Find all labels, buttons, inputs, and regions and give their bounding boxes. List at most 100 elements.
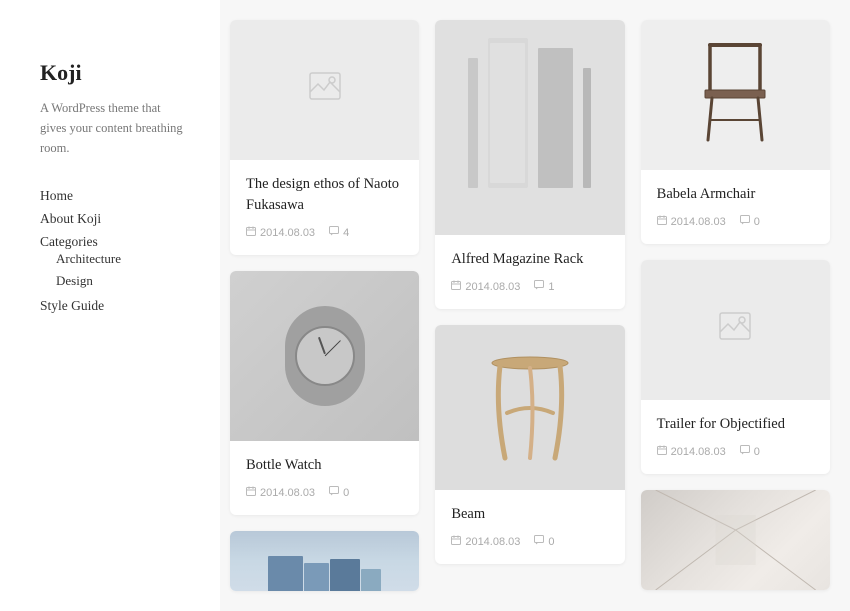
card-image-rack [435, 20, 624, 235]
card-meta-chair: 2014.08.03 0 [657, 215, 814, 228]
meta-comments-chair: 0 [740, 215, 760, 228]
categories-label: Categories [40, 234, 98, 249]
rack-piece-1 [468, 58, 478, 188]
comments-naoto: 4 [343, 227, 349, 239]
nav-design-link[interactable]: Design [56, 273, 93, 288]
card-title-objectified[interactable]: Trailer for Objectified [657, 414, 814, 435]
post-card-watch[interactable]: Bottle Watch 2014.08.0 [230, 271, 419, 515]
card-title-watch[interactable]: Bottle Watch [246, 455, 403, 476]
card-image-placeholder-objectified [641, 260, 830, 400]
grid-col-2: Alfred Magazine Rack 2 [435, 20, 624, 564]
rack-piece-2 [488, 38, 528, 188]
nav-categories: Categories Architecture Design [40, 234, 190, 290]
image-placeholder-icon-obj [719, 312, 751, 348]
post-card-rack[interactable]: Alfred Magazine Rack 2 [435, 20, 624, 309]
comments-chair: 0 [754, 216, 760, 228]
card-title-beam[interactable]: Beam [451, 504, 608, 525]
categories-nav: Architecture Design [56, 251, 190, 290]
post-card-beam[interactable]: Beam 2014.08.03 [435, 325, 624, 564]
post-card-hallway[interactable] [641, 490, 830, 590]
calendar-icon-naoto [246, 226, 256, 239]
comment-icon-obj [740, 445, 750, 458]
nav-design[interactable]: Design [56, 273, 190, 290]
calendar-icon-rack [451, 280, 461, 293]
date-naoto: 2014.08.03 [260, 227, 315, 239]
meta-comments-beam: 0 [534, 535, 554, 548]
comments-objectified: 0 [754, 446, 760, 458]
beam-svg [485, 348, 575, 468]
card-meta-beam: 2014.08.03 0 [451, 535, 608, 548]
card-body-beam: Beam 2014.08.03 [435, 490, 624, 564]
card-meta-objectified: 2014.08.03 0 [657, 445, 814, 458]
watch-shape [285, 306, 365, 406]
date-watch: 2014.08.03 [260, 487, 315, 499]
sidebar: Koji A WordPress theme that gives your c… [0, 0, 220, 611]
meta-date-rack: 2014.08.03 [451, 280, 520, 293]
card-meta-rack: 2014.08.03 1 [451, 280, 608, 293]
card-title-naoto[interactable]: The design ethos of Naoto Fukasawa [246, 174, 403, 216]
grid-col-3: Babela Armchair 2014.0 [641, 20, 830, 590]
meta-date-beam: 2014.08.03 [451, 535, 520, 548]
card-image-chair [641, 20, 830, 170]
nav-about-link[interactable]: About Koji [40, 211, 101, 226]
calendar-icon-chair [657, 215, 667, 228]
date-rack: 2014.08.03 [465, 281, 520, 293]
hallway-svg [641, 490, 830, 590]
main-nav: Home About Koji Categories Architecture … [40, 188, 190, 315]
card-body-rack: Alfred Magazine Rack 2 [435, 235, 624, 309]
card-meta-naoto: 2014.08.03 4 [246, 226, 403, 239]
post-card-objectified[interactable]: Trailer for Objectified [641, 260, 830, 474]
card-image-beam [435, 325, 624, 490]
post-card-building[interactable] [230, 531, 419, 591]
card-title-chair[interactable]: Babela Armchair [657, 184, 814, 205]
meta-comments-watch: 0 [329, 486, 349, 499]
site-tagline: A WordPress theme that gives your conten… [40, 98, 190, 158]
comments-watch: 0 [343, 487, 349, 499]
posts-grid: The design ethos of Naoto Fukasawa [230, 20, 830, 591]
comments-rack: 1 [548, 281, 554, 293]
comment-icon-beam [534, 535, 544, 548]
nav-architecture[interactable]: Architecture [56, 251, 190, 268]
card-body-watch: Bottle Watch 2014.08.0 [230, 441, 419, 515]
comment-icon-chair [740, 215, 750, 228]
calendar-icon-watch [246, 486, 256, 499]
calendar-icon-beam [451, 535, 461, 548]
meta-comments-objectified: 0 [740, 445, 760, 458]
card-image-placeholder-naoto [230, 20, 419, 160]
meta-date-objectified: 2014.08.03 [657, 445, 726, 458]
nav-home-link[interactable]: Home [40, 188, 73, 203]
site-logo[interactable]: Koji [40, 60, 190, 86]
card-title-rack[interactable]: Alfred Magazine Rack [451, 249, 608, 270]
date-objectified: 2014.08.03 [671, 446, 726, 458]
nav-about[interactable]: About Koji [40, 211, 190, 228]
nav-home[interactable]: Home [40, 188, 190, 205]
calendar-icon-obj [657, 445, 667, 458]
comment-icon-rack [534, 280, 544, 293]
image-placeholder-icon [309, 72, 341, 108]
card-meta-watch: 2014.08.03 0 [246, 486, 403, 499]
card-body-objectified: Trailer for Objectified [641, 400, 830, 474]
meta-comments-naoto: 4 [329, 226, 349, 239]
watch-face [295, 326, 355, 386]
rack-piece-4 [583, 68, 591, 188]
comment-icon-naoto [329, 226, 339, 239]
comments-beam: 0 [548, 536, 554, 548]
post-card-naoto[interactable]: The design ethos of Naoto Fukasawa [230, 20, 419, 255]
watch-minute-hand [324, 340, 340, 356]
building-block-3 [330, 559, 360, 591]
nav-architecture-link[interactable]: Architecture [56, 251, 121, 266]
date-beam: 2014.08.03 [465, 536, 520, 548]
meta-comments-rack: 1 [534, 280, 554, 293]
card-body-naoto: The design ethos of Naoto Fukasawa [230, 160, 419, 255]
card-image-watch [230, 271, 419, 441]
building-block-1 [268, 556, 303, 591]
card-image-hallway [641, 490, 830, 590]
post-card-chair[interactable]: Babela Armchair 2014.0 [641, 20, 830, 244]
comment-icon-watch [329, 486, 339, 499]
chair-svg [690, 40, 780, 150]
date-chair: 2014.08.03 [671, 216, 726, 228]
nav-style-guide[interactable]: Style Guide [40, 298, 190, 315]
nav-style-guide-link[interactable]: Style Guide [40, 298, 104, 313]
meta-date-chair: 2014.08.03 [657, 215, 726, 228]
rack-piece-3 [538, 48, 573, 188]
